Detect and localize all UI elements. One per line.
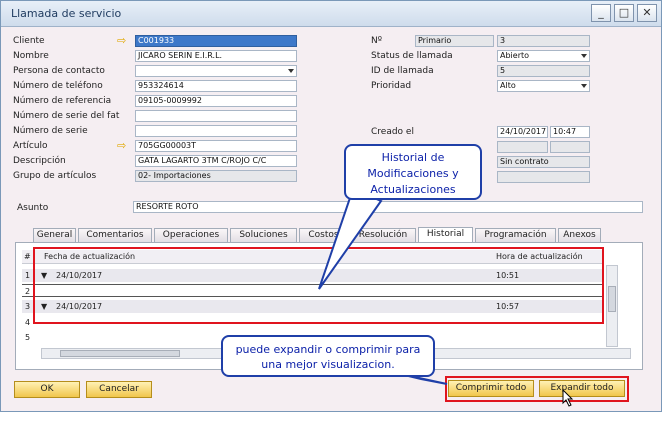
mouse-cursor-icon <box>562 389 574 407</box>
expand-callout: puede expandir o comprimir para una mejo… <box>221 335 435 377</box>
history-callout-pointer <box>318 187 383 290</box>
history-callout: Historial de Modificaciones y Actualizac… <box>344 144 482 200</box>
service-call-window: Llamada de servicio _ □ ✕ Cliente Nombre… <box>0 0 662 412</box>
